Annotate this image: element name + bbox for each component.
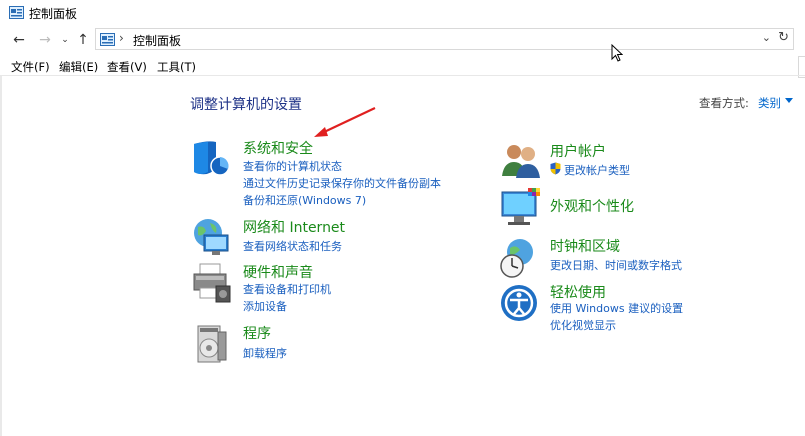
network-globe-icon[interactable] (190, 215, 234, 259)
printer-icon[interactable] (190, 262, 234, 306)
recent-locations-chevron-icon[interactable]: ⌄ (56, 30, 74, 50)
category-system-security[interactable]: 系统和安全 (243, 138, 313, 158)
category-clock-region[interactable]: 时钟和区域 (550, 236, 620, 256)
back-arrow-icon[interactable]: ← (10, 30, 28, 50)
category-programs[interactable]: 程序 (243, 323, 271, 343)
page-title: 调整计算机的设置 (190, 97, 302, 113)
link-change-date-time-format[interactable]: 更改日期、时间或数字格式 (550, 257, 682, 273)
address-dropdown-chevron-icon[interactable]: ⌄ (762, 31, 771, 44)
up-arrow-icon[interactable]: ↑ (74, 30, 92, 50)
uac-shield-icon (550, 162, 561, 175)
title-bar: 控制面板 (0, 0, 805, 28)
link-file-history-backup[interactable]: 通过文件历史记录保存你的文件备份副本 (243, 175, 441, 191)
control-panel-icon (100, 33, 115, 46)
menu-file[interactable]: 文件(F) (11, 59, 50, 75)
shield-icon[interactable] (190, 138, 234, 182)
address-bar[interactable]: › 控制面板 ⌄ ↻ (95, 28, 794, 50)
link-view-computer-status[interactable]: 查看你的计算机状态 (243, 158, 342, 174)
link-backup-restore[interactable]: 备份和还原(Windows 7) (243, 192, 366, 208)
programs-disc-icon[interactable] (192, 322, 236, 366)
mouse-cursor-icon (611, 44, 623, 62)
menu-bar: 文件(F) 编辑(E) 查看(V) 工具(T) (0, 56, 805, 76)
view-by-chevron-icon[interactable] (785, 98, 793, 103)
category-ease-of-access[interactable]: 轻松使用 (550, 282, 606, 302)
view-by-dropdown[interactable]: 类别 (758, 95, 781, 111)
menu-tools[interactable]: 工具(T) (157, 59, 196, 75)
link-network-status[interactable]: 查看网络状态和任务 (243, 238, 342, 254)
link-optimize-visual-display[interactable]: 优化视觉显示 (550, 317, 616, 333)
forward-arrow-icon[interactable]: → (36, 30, 54, 50)
window-title: 控制面板 (29, 7, 78, 21)
link-add-device[interactable]: 添加设备 (243, 298, 287, 314)
menu-view[interactable]: 查看(V) (107, 59, 147, 75)
menu-edit[interactable]: 编辑(E) (59, 59, 98, 75)
link-windows-recommended-settings[interactable]: 使用 Windows 建议的设置 (550, 300, 683, 316)
category-user-accounts[interactable]: 用户帐户 (550, 141, 606, 161)
link-change-account-type[interactable]: 更改帐户类型 (564, 162, 630, 178)
refresh-icon[interactable]: ↻ (778, 30, 789, 45)
clock-globe-icon[interactable] (498, 236, 542, 280)
red-annotation-arrow-icon (314, 107, 376, 137)
control-panel-icon (9, 6, 24, 19)
users-icon[interactable] (500, 140, 544, 184)
category-network-internet[interactable]: 网络和 Internet (243, 217, 345, 237)
category-appearance-personalization[interactable]: 外观和个性化 (550, 196, 634, 216)
view-by-label: 查看方式: (699, 96, 749, 110)
link-devices-printers[interactable]: 查看设备和打印机 (243, 281, 331, 297)
breadcrumb-control-panel[interactable]: 控制面板 (133, 32, 181, 49)
appearance-monitor-icon[interactable] (500, 186, 544, 230)
link-uninstall-program[interactable]: 卸载程序 (243, 345, 287, 361)
ease-of-access-icon[interactable] (499, 283, 543, 327)
navigation-bar: ← → ⌄ ↑ › 控制面板 ⌄ ↻ (0, 28, 805, 78)
breadcrumb-separator-icon[interactable]: › (119, 31, 124, 45)
category-hardware-sound[interactable]: 硬件和声音 (243, 262, 313, 282)
window-border (0, 76, 2, 436)
